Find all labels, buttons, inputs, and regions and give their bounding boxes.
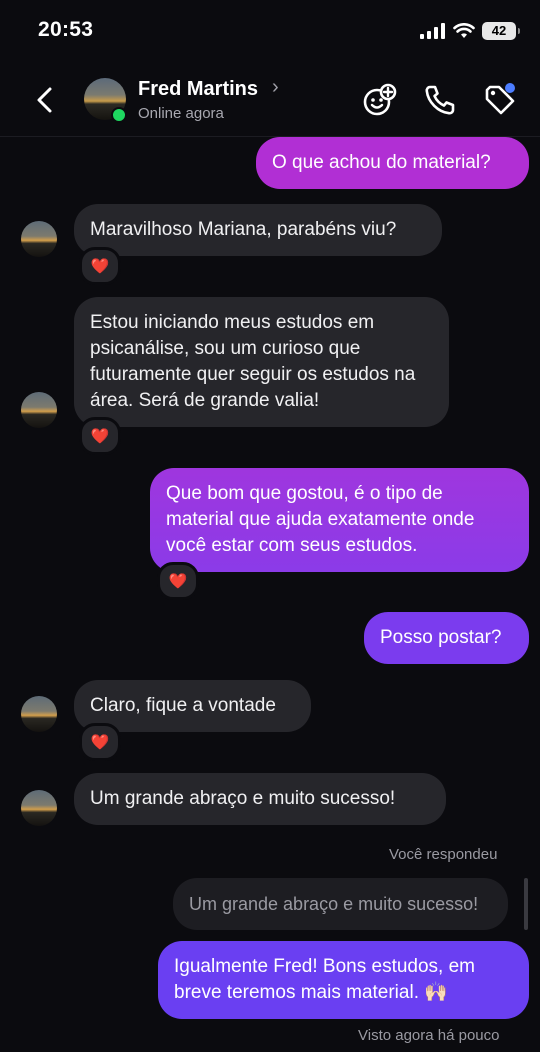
effects-icon[interactable] [362, 82, 398, 118]
message-bubble-incoming[interactable]: Um grande abraço e muito sucesso! [74, 773, 446, 825]
back-icon[interactable] [30, 84, 62, 116]
sender-avatar[interactable] [21, 696, 57, 732]
notification-badge [505, 83, 515, 93]
status-icons: 42 [420, 22, 520, 40]
seen-status: Visto agora há pouco [358, 1027, 500, 1044]
message-bubble-outgoing[interactable]: Posso postar? [364, 612, 529, 664]
chat-header: Fred Martins › Online agora [0, 64, 540, 137]
message-bubble-outgoing[interactable]: Que bom que gostou, é o tipo de material… [150, 468, 529, 572]
status-bar: 20:53 42 [0, 0, 540, 64]
reply-indicator-bar [524, 878, 528, 930]
message-bubble-incoming[interactable]: Estou iniciando meus estudos em psicanál… [74, 297, 449, 427]
heart-reaction-icon[interactable]: ❤️ [79, 723, 121, 761]
message-bubble-outgoing[interactable]: Igualmente Fred! Bons estudos, em breve … [158, 941, 529, 1019]
contact-status: Online agora [138, 105, 224, 122]
wifi-icon [453, 23, 475, 38]
sender-avatar[interactable] [21, 221, 57, 257]
heart-reaction-icon[interactable]: ❤️ [79, 247, 121, 285]
online-indicator [111, 107, 127, 123]
message-bubble-outgoing[interactable]: O que achou do material? [256, 137, 529, 189]
status-time: 20:53 [38, 18, 94, 41]
contact-name[interactable]: Fred Martins [138, 78, 258, 101]
battery-icon: 42 [482, 22, 520, 40]
sender-avatar[interactable] [21, 790, 57, 826]
phone-icon[interactable] [422, 82, 458, 118]
message-bubble-incoming[interactable]: Maravilhoso Mariana, parabéns viu? [74, 204, 442, 256]
quoted-message[interactable]: Um grande abraço e muito sucesso! [173, 878, 508, 930]
heart-reaction-icon[interactable]: ❤️ [157, 562, 199, 600]
heart-reaction-icon[interactable]: ❤️ [79, 417, 121, 455]
sender-avatar[interactable] [21, 392, 57, 428]
reply-label: Você respondeu [389, 846, 498, 863]
signal-icon [420, 23, 445, 39]
chevron-right-icon[interactable]: › [272, 76, 279, 99]
